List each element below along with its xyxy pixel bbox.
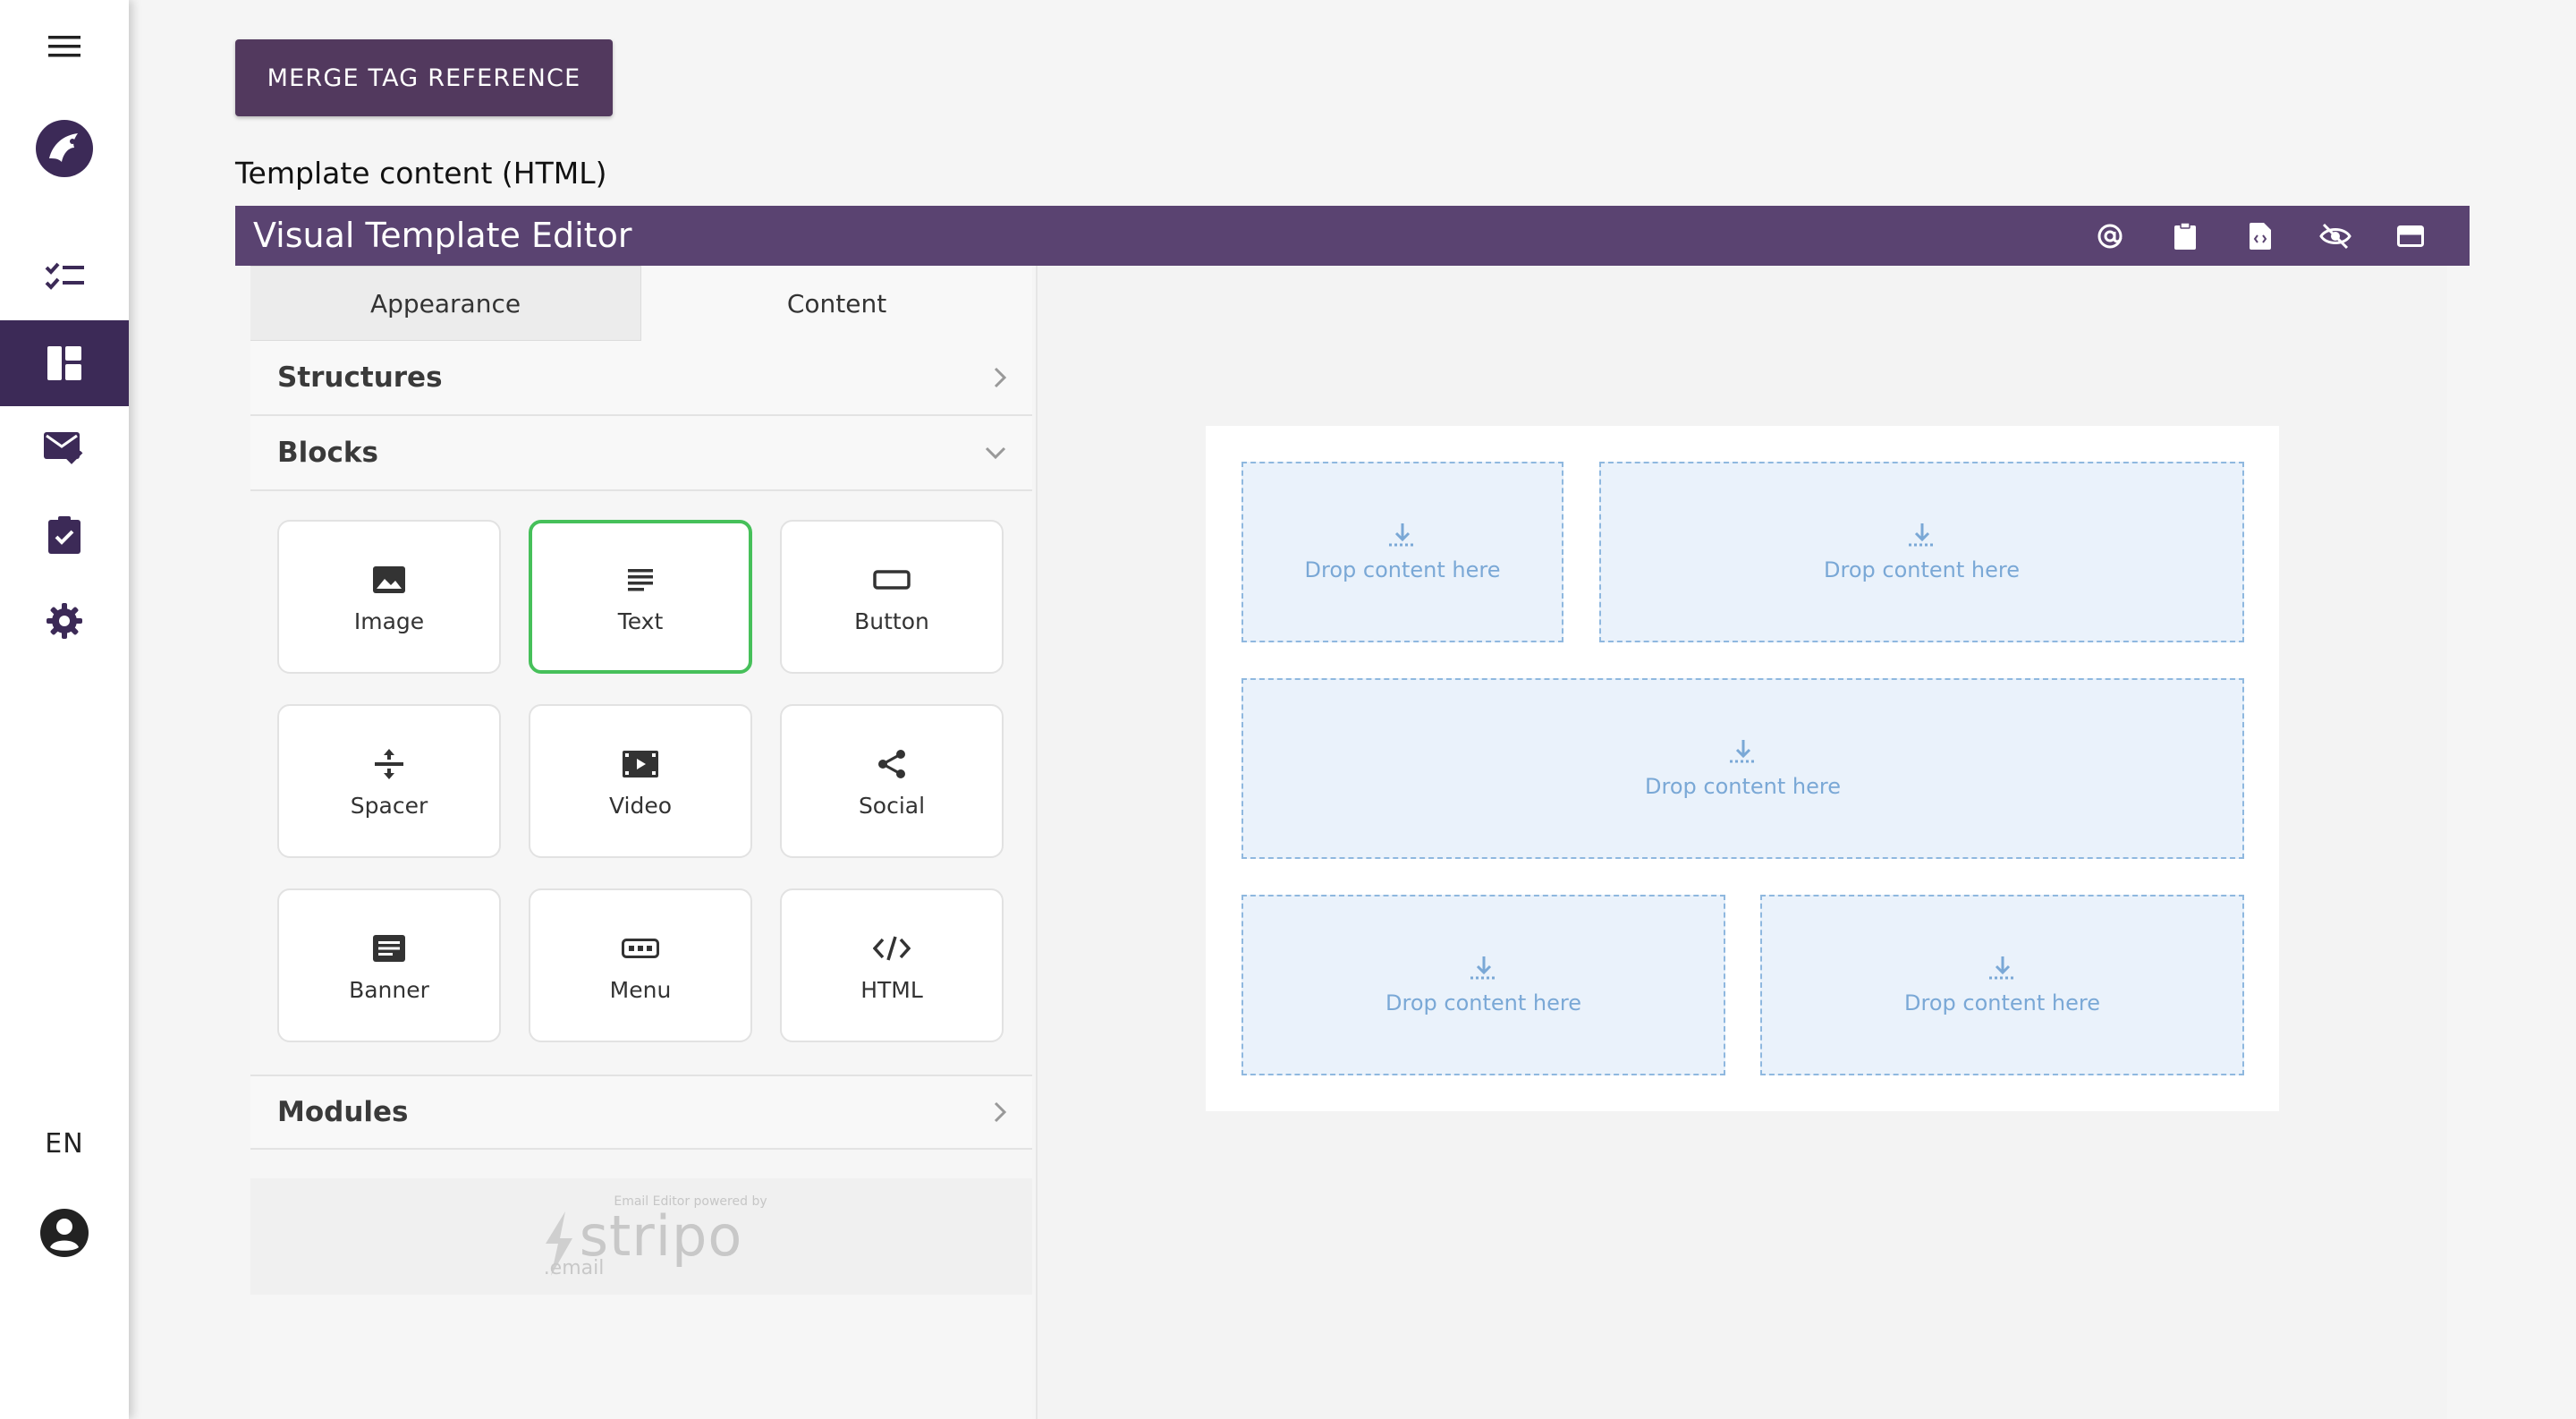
image-icon bbox=[373, 565, 405, 593]
at-sign-icon bbox=[2097, 224, 2123, 248]
tab-content[interactable]: Content bbox=[641, 266, 1032, 341]
download-icon bbox=[1988, 956, 2016, 980]
email-body: Drop content here Drop content here Drop… bbox=[1206, 426, 2279, 1111]
account-circle-icon bbox=[40, 1209, 89, 1257]
chevron-down-icon bbox=[985, 446, 1006, 460]
clipboard-check-icon bbox=[48, 516, 80, 554]
preview-button[interactable] bbox=[2298, 206, 2373, 266]
block-button[interactable]: Button bbox=[780, 520, 1004, 674]
mail-check-icon bbox=[44, 432, 83, 464]
drop-zone-label: Drop content here bbox=[1645, 774, 1841, 799]
window-icon bbox=[2397, 225, 2424, 247]
editor-header: Visual Template Editor bbox=[235, 206, 2470, 266]
modules-label: Modules bbox=[277, 1096, 409, 1128]
download-icon bbox=[1908, 523, 1936, 547]
merge-tag-reference-button[interactable]: MERGE TAG REFERENCE bbox=[235, 39, 613, 116]
merge-tags-button[interactable] bbox=[2072, 206, 2148, 266]
download-icon bbox=[1470, 956, 1497, 980]
menu-icon bbox=[622, 938, 659, 958]
editor-title: Visual Template Editor bbox=[253, 216, 632, 255]
banner-icon bbox=[373, 934, 405, 962]
button-icon bbox=[873, 569, 911, 590]
clipboard-icon bbox=[2174, 222, 2196, 250]
block-spacer[interactable]: Spacer bbox=[277, 704, 501, 858]
drop-zone[interactable]: Drop content here bbox=[1241, 678, 2244, 859]
nav-dashboard[interactable] bbox=[0, 320, 129, 406]
block-label: Image bbox=[353, 608, 425, 634]
block-label: HTML bbox=[860, 976, 923, 1003]
nav-checklist[interactable] bbox=[0, 233, 129, 319]
blocks-label: Blocks bbox=[277, 437, 378, 469]
drop-zone[interactable]: Drop content here bbox=[1241, 895, 1725, 1075]
panel-tabs: Appearance Content bbox=[250, 266, 1032, 341]
block-label: Menu bbox=[609, 976, 672, 1003]
blocks-section-header[interactable]: Blocks bbox=[250, 416, 1032, 491]
gear-icon bbox=[47, 603, 82, 639]
fullscreen-button[interactable] bbox=[2373, 206, 2448, 266]
block-label: Banner bbox=[349, 976, 429, 1003]
download-icon bbox=[1389, 523, 1416, 547]
download-icon bbox=[1729, 740, 1757, 763]
structures-label: Structures bbox=[277, 361, 443, 394]
code-icon bbox=[873, 935, 911, 961]
drop-zone-label: Drop content here bbox=[1304, 557, 1501, 582]
clipboard-button[interactable] bbox=[2148, 206, 2223, 266]
chevron-right-icon bbox=[994, 367, 1007, 388]
chevron-right-icon bbox=[994, 1101, 1007, 1123]
share-icon bbox=[878, 749, 905, 778]
nav-rail: EN bbox=[0, 0, 129, 1419]
block-menu[interactable]: Menu bbox=[529, 888, 752, 1042]
drop-zone[interactable]: Drop content here bbox=[1760, 895, 2244, 1075]
block-social[interactable]: Social bbox=[780, 704, 1004, 858]
block-label: Text bbox=[617, 608, 664, 634]
structures-section-header[interactable]: Structures bbox=[250, 341, 1032, 416]
drop-zone[interactable]: Drop content here bbox=[1599, 462, 2244, 642]
nav-settings[interactable] bbox=[0, 578, 129, 664]
nav-mail[interactable] bbox=[0, 406, 129, 492]
block-text[interactable]: Text bbox=[529, 520, 752, 674]
stripo-brand: stripo bbox=[579, 1202, 743, 1269]
drop-zone-label: Drop content here bbox=[1824, 557, 2020, 582]
drop-zone-label: Drop content here bbox=[1385, 990, 1581, 1015]
block-label: Social bbox=[858, 792, 926, 819]
editor-toolbar bbox=[2072, 206, 2448, 266]
app-logo-icon bbox=[36, 120, 93, 177]
eye-off-icon bbox=[2319, 223, 2351, 249]
video-icon bbox=[623, 750, 658, 777]
account-button[interactable] bbox=[0, 1190, 129, 1276]
file-code-icon bbox=[2250, 222, 2271, 250]
nav-tasks[interactable] bbox=[0, 492, 129, 578]
language-selector[interactable]: EN bbox=[0, 1118, 129, 1168]
drop-zone-label: Drop content here bbox=[1904, 990, 2100, 1015]
block-video[interactable]: Video bbox=[529, 704, 752, 858]
block-image[interactable]: Image bbox=[277, 520, 501, 674]
tab-appearance[interactable]: Appearance bbox=[250, 266, 641, 341]
drop-zone[interactable]: Drop content here bbox=[1241, 462, 1563, 642]
dashboard-icon bbox=[47, 346, 81, 380]
modules-section-header[interactable]: Modules bbox=[250, 1075, 1032, 1150]
powered-by-stripo[interactable]: Email Editor powered by stripo .email bbox=[250, 1178, 1032, 1295]
code-view-button[interactable] bbox=[2223, 206, 2298, 266]
hamburger-icon bbox=[48, 36, 80, 57]
text-icon bbox=[628, 568, 653, 591]
spacer-icon bbox=[375, 748, 403, 779]
block-label: Button bbox=[854, 608, 929, 634]
block-label: Video bbox=[608, 792, 673, 819]
hamburger-menu-button[interactable] bbox=[0, 4, 129, 89]
block-banner[interactable]: Banner bbox=[277, 888, 501, 1042]
checklist-icon bbox=[45, 262, 84, 290]
template-content-label: Template content (HTML) bbox=[235, 156, 607, 191]
block-html[interactable]: HTML bbox=[780, 888, 1004, 1042]
editor-side-panel: Appearance Content Structures Blocks Ima… bbox=[250, 266, 1032, 1419]
app-logo[interactable] bbox=[0, 106, 129, 191]
block-label: Spacer bbox=[350, 792, 428, 819]
